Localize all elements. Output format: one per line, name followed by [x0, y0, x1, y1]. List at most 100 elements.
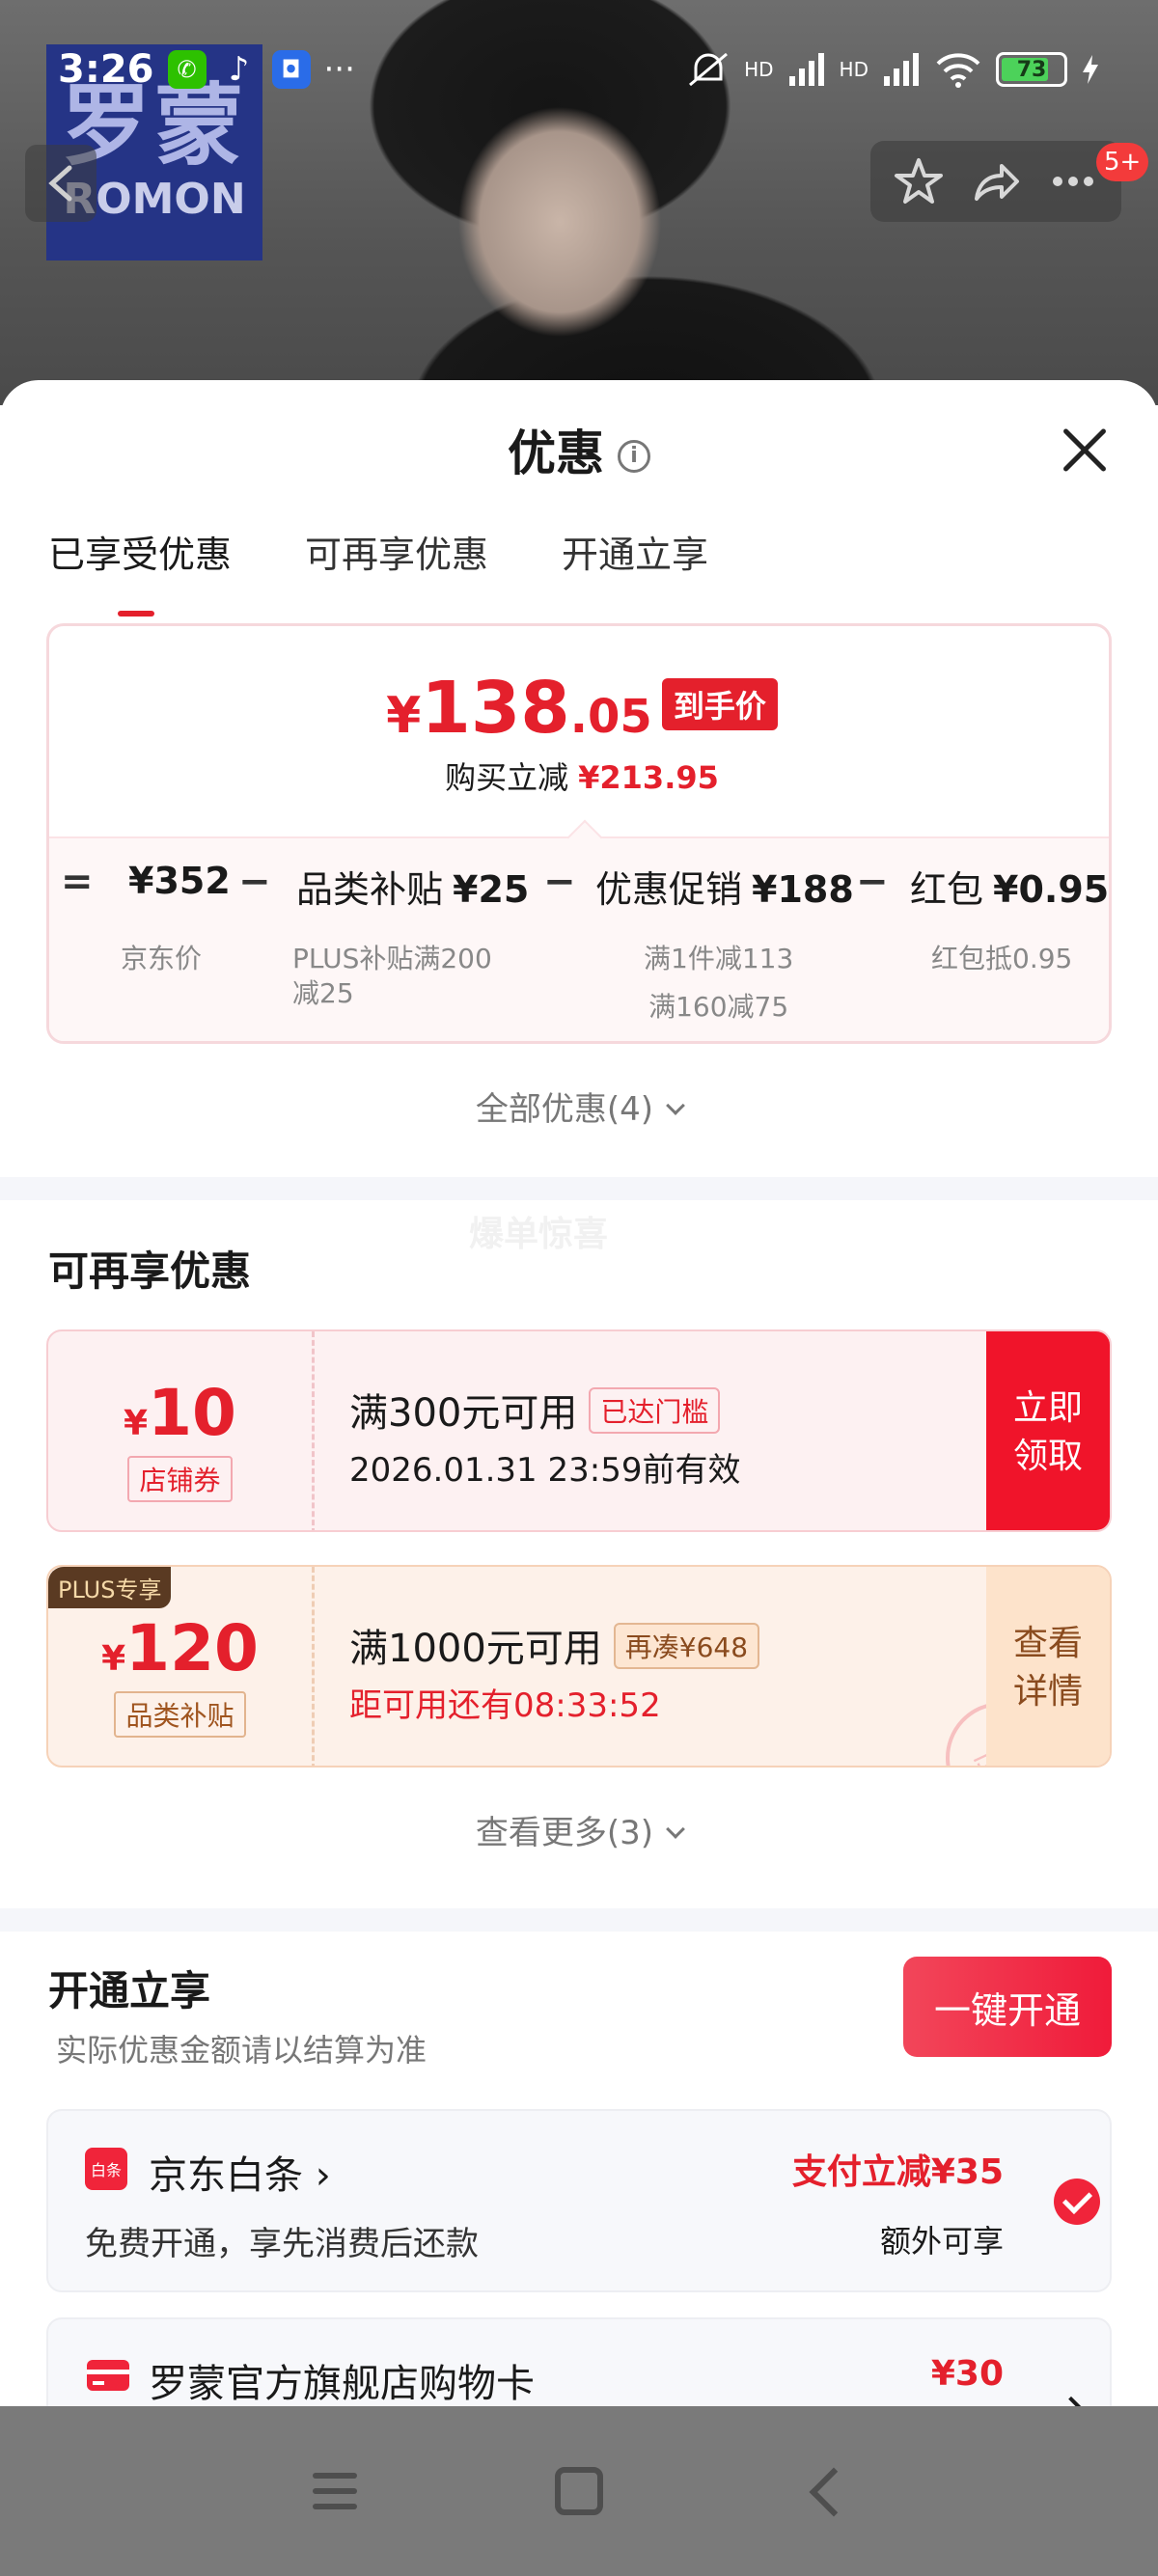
jd-price-value: ¥352 [128, 860, 231, 902]
coupon-value-block: ¥10 店铺券 [48, 1331, 315, 1530]
price-breakdown: = ¥352 − 品类补贴 ¥25 − 优惠促销 ¥188 − 红包 ¥0.95 京东… [49, 819, 1110, 1041]
tiktok-icon: ♪ [228, 50, 250, 89]
saving-value: ¥213.95 [578, 759, 719, 796]
coupon-amount-value: 10 [148, 1376, 236, 1450]
all-offers-label: 全部优惠(4) [475, 1090, 654, 1129]
category-subsidy-value: ¥25 [453, 868, 530, 911]
shop-coupon: ¥10 店铺券 满300元可用 已达门槛 2026.01.31 23:59前有效 … [46, 1329, 1112, 1532]
status-left: 3:26 ✆ ♪ ◘ ··· [58, 47, 355, 92]
details-button-line2: 详情 [1012, 1672, 1083, 1712]
open-section-subtitle: 实际优惠金额请以结算为准 [56, 2032, 427, 2069]
final-price: ¥138.05 到手价 [49, 667, 1109, 750]
minus-sign-3: − [856, 860, 889, 904]
baitiao-desc: 免费开通，享先消费后还款 [85, 2225, 479, 2263]
more-dots-icon[interactable] [1046, 154, 1100, 208]
shopping-card-title: 罗蒙官方旗舰店购物卡 [149, 2362, 535, 2406]
all-offers-link[interactable]: 全部优惠(4) [0, 1082, 1158, 1130]
sheet-header: 优惠 i [0, 415, 1158, 484]
coupon-amount-value: 120 [125, 1611, 259, 1685]
system-nav-bar [0, 2406, 1158, 2576]
back-button[interactable] [25, 145, 96, 222]
coupon-condition: 满300元可用 已达门槛 [349, 1382, 721, 1438]
signal-icon [788, 53, 824, 86]
category-subsidy-label: 品类补贴 [296, 868, 444, 911]
discount-sheet: 优惠 i 已享受优惠 可再享优惠 开通立享 ¥138.05 到手价 购买立减 ¥213… [0, 380, 1158, 2406]
notification-badge: 5+ [1096, 143, 1149, 181]
back-nav-icon[interactable] [789, 2457, 857, 2525]
view-details-button[interactable]: 查看 详情 [986, 1567, 1110, 1766]
battery-level: 73 [1016, 57, 1047, 82]
baitiao-discount: 支付立减¥35 [791, 2152, 1004, 2192]
price-card: ¥138.05 到手价 购买立减 ¥213.95 = ¥352 − 品类补贴 ¥25 … [46, 623, 1112, 1044]
hd-label-2: HD [839, 58, 868, 81]
chevron-left-icon [48, 165, 72, 202]
breakdown-jd-price: ¥352 [119, 860, 231, 902]
coupon-remaining-tag: 再凑¥648 [613, 1623, 760, 1669]
sheet-title: 优惠 [508, 425, 604, 481]
checked-icon[interactable] [1054, 2179, 1100, 2225]
shopping-card-value: ¥30 [930, 2354, 1004, 2394]
promotion-value: ¥188 [752, 868, 854, 911]
price-currency: ¥ [386, 687, 422, 745]
tab-bar: 已享受优惠 可再享优惠 开通立享 [48, 525, 708, 617]
wechat-icon: ✆ [167, 50, 207, 89]
promotion-label: 优惠促销 [595, 868, 743, 911]
baitiao-icon: 白条 [85, 2148, 127, 2190]
clock: 3:26 [58, 47, 154, 92]
breakdown-promotion: 优惠促销 ¥188 [595, 860, 854, 913]
coupon-currency: ¥ [124, 1404, 149, 1443]
info-icon[interactable]: i [618, 440, 650, 473]
section-divider [0, 1177, 1158, 1200]
star-icon[interactable] [892, 154, 946, 208]
share-icon[interactable] [969, 154, 1023, 208]
ghost-text: 爆单惊喜 [469, 1215, 609, 1254]
tab-open-enjoy[interactable]: 开通立享 [562, 525, 708, 578]
promotion-note-line2: 满160减75 [648, 991, 789, 1023]
coupon-condition: 满1000元可用 再凑¥648 [349, 1617, 760, 1673]
coupon-countdown: 距可用还有08:33:52 [349, 1686, 661, 1725]
price-integer: 138 [421, 667, 570, 750]
open-section-title: 开通立享 [48, 1967, 211, 2014]
promotion-note-line1: 满1件减113 [644, 943, 794, 974]
view-more-label: 查看更多(3) [475, 1814, 654, 1852]
coupon-amount: ¥10 [48, 1376, 312, 1450]
saving-label: 购买立减 [445, 759, 569, 796]
coupon-threshold-tag: 已达门槛 [589, 1387, 721, 1434]
saving-line: 购买立减 ¥213.95 [49, 754, 1109, 798]
home-button[interactable] [545, 2457, 613, 2525]
tab-enjoyed[interactable]: 已享受优惠 [48, 525, 232, 617]
hd-label-1: HD [744, 58, 774, 81]
chevron-right-icon [1057, 2396, 1086, 2406]
signal-icon-2 [884, 53, 919, 86]
red-packet-value: ¥0.95 [993, 868, 1110, 911]
breakdown-category-subsidy: 品类补贴 ¥25 [296, 860, 529, 913]
coupon-validity: 2026.01.31 23:59前有效 [349, 1451, 741, 1490]
plus-subsidy-coupon: ¥120 品类补贴 PLUS专享 满1000元可用 再凑¥648 距可用还有08:… [46, 1565, 1112, 1768]
app-notification-icon: ◘ [271, 50, 311, 89]
shopping-card-offer[interactable]: 罗蒙官方旗舰店购物卡 ¥30 [46, 2317, 1112, 2406]
more-offers-title: 可再享优惠 [48, 1247, 252, 1295]
status-right: HD HD 73 [686, 50, 1100, 89]
tab-more-offers[interactable]: 可再享优惠 [305, 525, 488, 578]
baitiao-extra: 额外可享 [879, 2223, 1004, 2260]
price-decimal: .05 [569, 690, 652, 744]
battery-indicator: 73 [996, 52, 1067, 87]
claim-button-line2: 领取 [1012, 1437, 1083, 1476]
claim-coupon-button[interactable]: 立即 领取 [986, 1331, 1110, 1530]
view-more-link[interactable]: 查看更多(3) [0, 1806, 1158, 1853]
coupon-currency: ¥ [101, 1639, 126, 1679]
menu-icon[interactable] [301, 2457, 369, 2525]
chevron-down-icon [666, 1820, 685, 1839]
coupon-condition-text: 满300元可用 [349, 1391, 578, 1436]
plus-exclusive-badge: PLUS专享 [48, 1567, 172, 1608]
final-price-tag: 到手价 [661, 678, 778, 730]
chevron-right-icon: › [315, 2153, 331, 2198]
claim-button-line1: 立即 [1012, 1388, 1083, 1428]
charging-icon [1083, 55, 1098, 84]
coupon-condition-text: 满1000元可用 [349, 1627, 602, 1671]
breakdown-notch [566, 819, 603, 856]
section-divider [0, 1908, 1158, 1932]
one-click-open-button[interactable]: 一键开通 [903, 1957, 1112, 2057]
close-button[interactable] [1060, 426, 1108, 475]
jd-baitiao-offer[interactable]: 白条 京东白条 › 免费开通，享先消费后还款 支付立减¥35 额外可享 [46, 2109, 1112, 2292]
